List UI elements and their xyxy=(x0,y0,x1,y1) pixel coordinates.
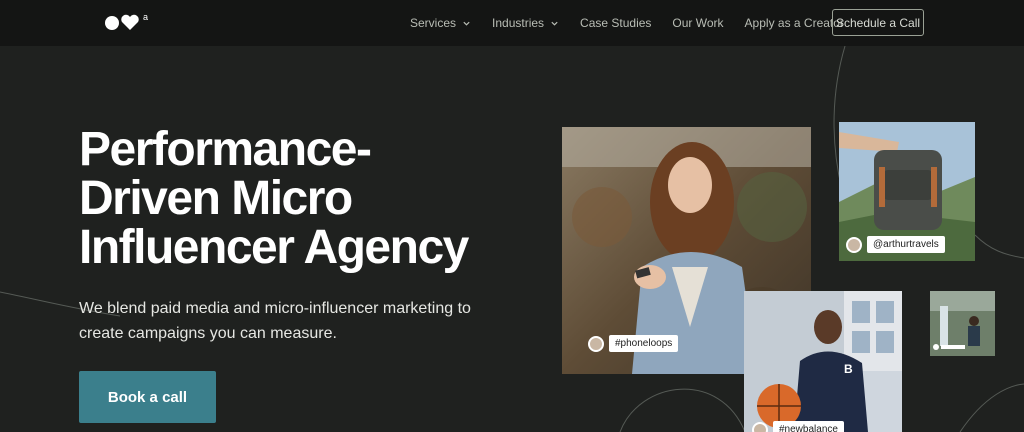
photo-tag-phoneloops: #phoneloops xyxy=(588,335,679,352)
photo-hiker xyxy=(930,291,995,356)
chevron-down-icon xyxy=(551,21,558,26)
tag-label: #newbalance xyxy=(773,421,844,432)
photo-backpack: @arthurtravels xyxy=(839,122,975,261)
nav-case-studies[interactable]: Case Studies xyxy=(580,16,651,30)
chevron-down-icon xyxy=(463,21,470,26)
hero-title-line-2: Driven Micro xyxy=(79,172,353,225)
hero-subtitle-line-1: We blend paid media and micro-influencer… xyxy=(79,300,471,317)
creator-avatar xyxy=(752,421,768,432)
nav-industries[interactable]: Industries xyxy=(492,16,559,30)
nav-services[interactable]: Services xyxy=(410,16,471,30)
photo-basketball: B #newbalance xyxy=(744,291,902,432)
hero-subtitle: We blend paid media and micro-influencer… xyxy=(79,296,499,346)
nav-apply-creator[interactable]: Apply as a Creator xyxy=(745,16,844,30)
nav-our-work[interactable]: Our Work xyxy=(672,16,723,30)
main-nav: Services Industries Case Studies Our Wor… xyxy=(410,0,865,46)
photo-tag-newbalance: #newbalance xyxy=(752,421,844,432)
hero-title: Performance- Driven Micro Influencer Age… xyxy=(79,125,519,272)
nav-case-studies-label: Case Studies xyxy=(580,16,652,30)
nav-our-work-label: Our Work xyxy=(672,16,724,30)
nav-industries-label: Industries xyxy=(492,16,545,30)
hero-title-line-1: Performance- xyxy=(79,123,372,176)
site-header: a Services Industries Case Studies Our W… xyxy=(0,0,1024,46)
schedule-call-button[interactable]: Schedule a Call xyxy=(832,9,924,36)
hero-title-line-3: Influencer Agency xyxy=(79,221,469,274)
photo-tag-arthurtravels: @arthurtravels xyxy=(846,236,945,253)
photo-hiker-image xyxy=(930,291,995,356)
photo-basketball-image: B xyxy=(744,291,902,432)
creator-avatar xyxy=(588,335,604,352)
hero-subtitle-line-2: create campaigns you can measure. xyxy=(79,325,337,342)
logo-mark: a xyxy=(143,12,148,22)
svg-text:B: B xyxy=(844,362,853,376)
book-call-button[interactable]: Book a call xyxy=(79,371,216,423)
nav-services-label: Services xyxy=(410,16,457,30)
tag-label: @arthurtravels xyxy=(867,236,945,253)
brand-logo[interactable]: a xyxy=(104,10,152,36)
nav-apply-creator-label: Apply as a Creator xyxy=(744,16,844,30)
creator-avatar xyxy=(846,236,862,253)
tag-label: #phoneloops xyxy=(609,335,679,352)
